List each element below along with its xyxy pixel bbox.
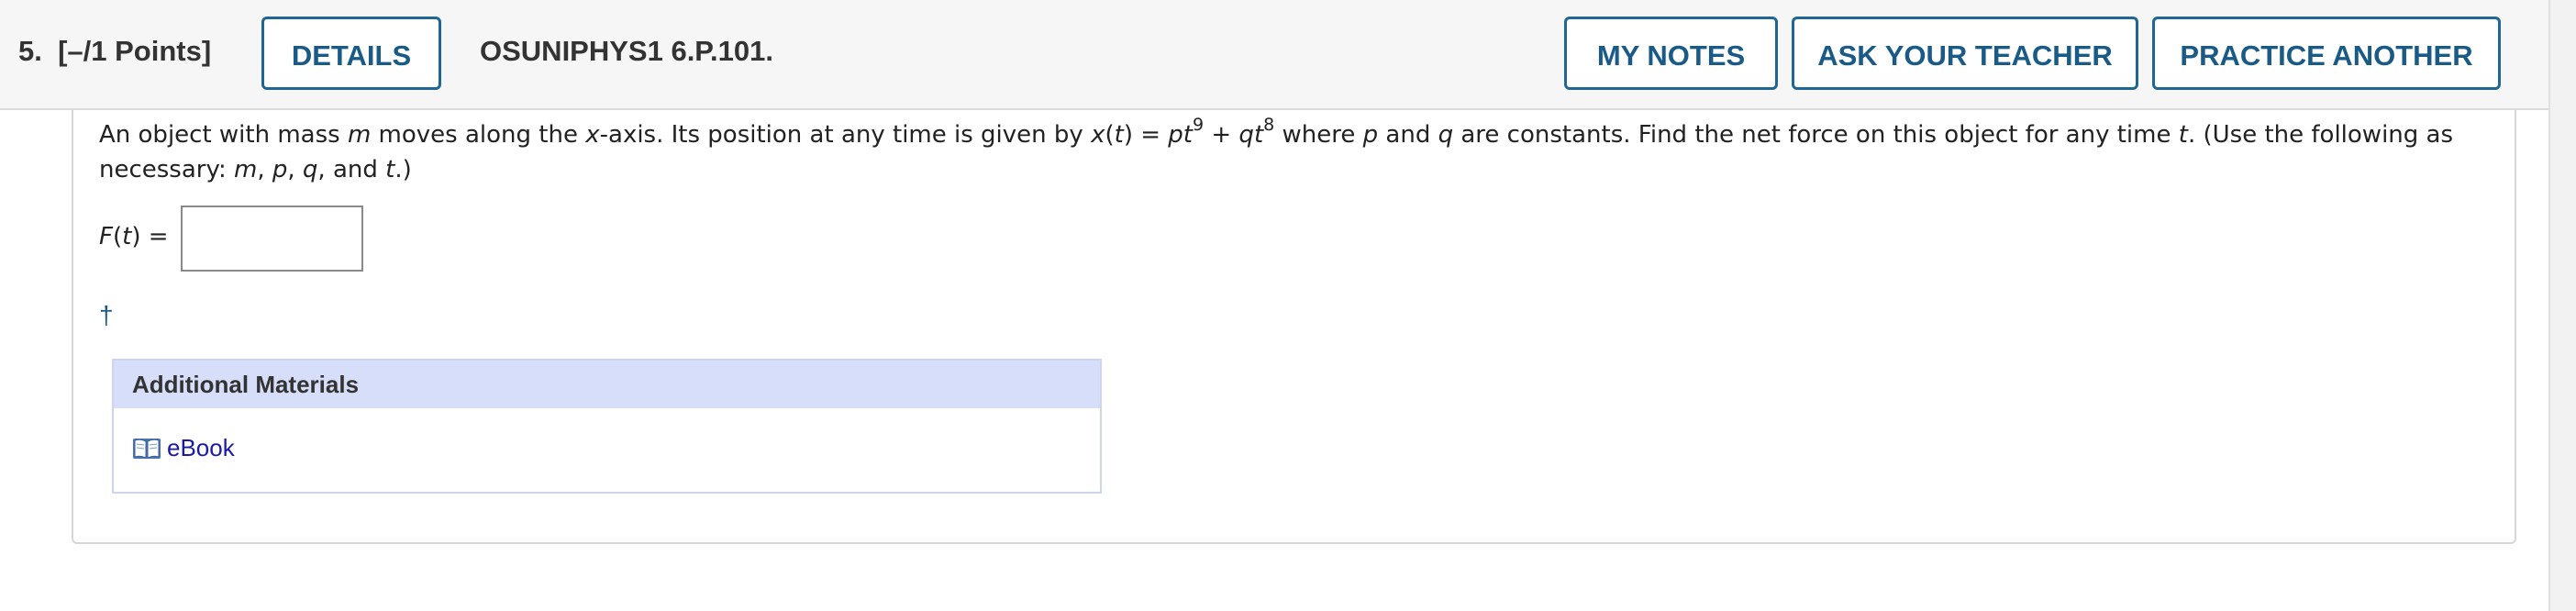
- additional-materials-heading: Additional Materials: [114, 361, 1100, 408]
- ebook-label[interactable]: eBook: [167, 434, 235, 462]
- scrollbar-track[interactable]: [2548, 0, 2576, 611]
- additional-materials-box: Additional Materials eBook: [112, 359, 1102, 494]
- practice-another-button[interactable]: PRACTICE ANOTHER: [2152, 17, 2501, 90]
- force-answer-input[interactable]: [181, 206, 363, 272]
- question-number: 5.: [18, 35, 42, 67]
- question-points: 5. [–/1 Points]: [18, 35, 211, 68]
- question-text: An object with mass m moves along the x-…: [99, 115, 2454, 184]
- book-icon: [133, 438, 161, 459]
- answer-label: F(t) =: [99, 223, 169, 250]
- points-label: [–/1 Points]: [58, 35, 212, 67]
- problem-code: OSUNIPHYS1 6.P.101.: [480, 35, 773, 67]
- ask-your-teacher-button[interactable]: ASK YOUR TEACHER: [1792, 17, 2138, 90]
- my-notes-button[interactable]: MY NOTES: [1564, 17, 1778, 90]
- dagger-mark: †: [99, 301, 114, 329]
- question-header: 5. [–/1 Points] DETAILS OSUNIPHYS1 6.P.1…: [0, 0, 2576, 110]
- ebook-link[interactable]: eBook: [132, 434, 235, 462]
- details-button[interactable]: DETAILS: [261, 17, 441, 90]
